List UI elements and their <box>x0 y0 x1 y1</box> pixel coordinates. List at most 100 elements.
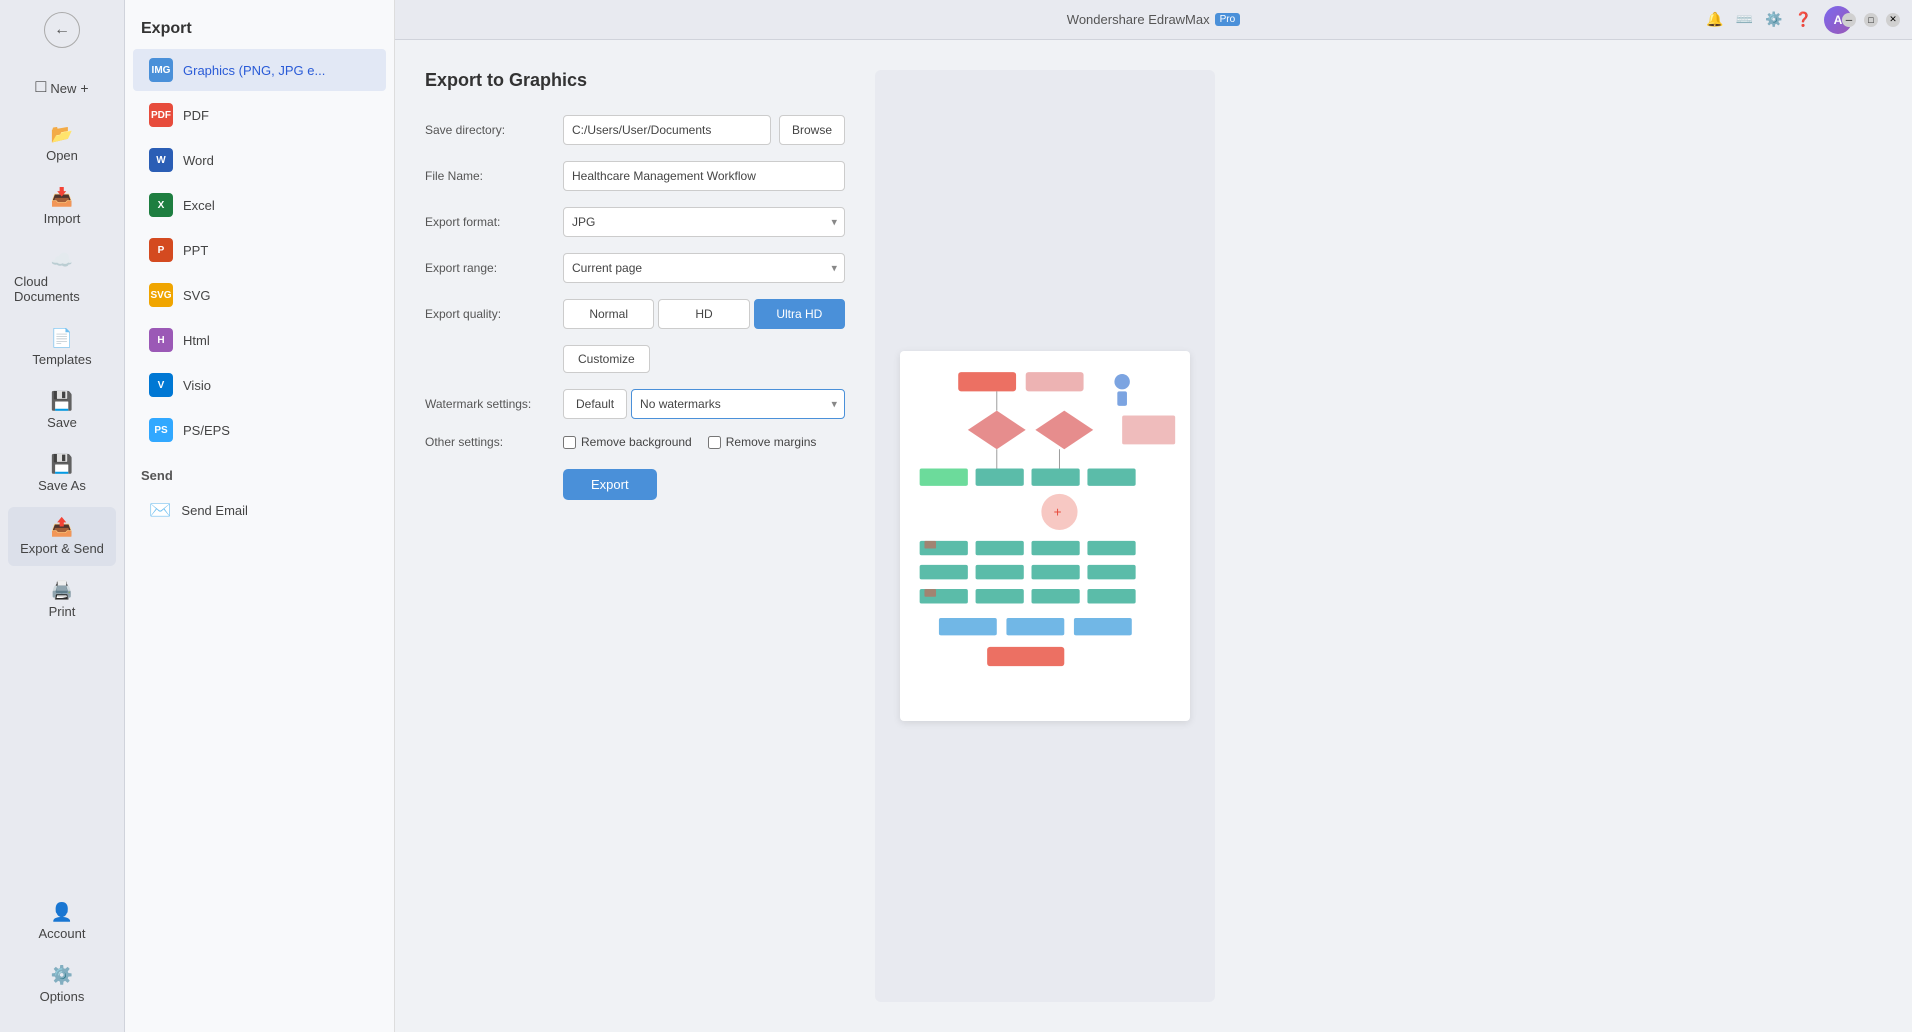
watermark-select[interactable]: No watermarks Default watermark Custom w… <box>631 389 845 419</box>
sidebar-item-templates[interactable]: 📄 Templates <box>8 318 116 377</box>
export-panel-title: Export <box>125 0 394 48</box>
sidebar-item-saveas-label: Save As <box>38 478 86 493</box>
export-range-label: Export range: <box>425 261 555 275</box>
sidebar-item-options[interactable]: ⚙️ Options <box>8 955 116 1014</box>
back-button[interactable]: ← <box>44 12 80 48</box>
save-directory-row: Save directory: Browse <box>425 115 845 145</box>
minimize-button[interactable]: ─ <box>1842 13 1856 27</box>
export-range-wrapper: Current page All pages Selected pages <box>563 253 845 283</box>
sidebar-item-import-label: Import <box>44 211 81 226</box>
quality-hd-button[interactable]: HD <box>658 299 749 329</box>
keyboard-icon[interactable]: ⌨️ <box>1736 11 1753 28</box>
email-icon: ✉️ <box>149 500 171 521</box>
sidebar-item-export[interactable]: 📤 Export & Send <box>8 507 116 566</box>
sidebar-item-import[interactable]: 📥 Import <box>8 177 116 236</box>
window-controls: ─ □ ✕ <box>1842 13 1900 27</box>
watermark-select-wrapper: No watermarks Default watermark Custom w… <box>631 389 845 419</box>
customize-row: Customize <box>425 345 845 373</box>
ps-icon: PS <box>149 418 173 442</box>
remove-margins-item[interactable]: Remove margins <box>708 435 817 449</box>
preview-card: + <box>900 351 1190 721</box>
preview-diagram: + <box>900 351 1190 721</box>
preview-area: + <box>875 70 1215 1002</box>
watermark-default-button[interactable]: Default <box>563 389 627 419</box>
settings-icon[interactable]: ⚙️ <box>1765 11 1782 28</box>
file-name-input[interactable] <box>563 161 845 191</box>
export-panel: Export IMG Graphics (PNG, JPG e... PDF P… <box>125 0 395 1032</box>
quality-group: Normal HD Ultra HD <box>563 299 845 329</box>
format-word-label: Word <box>183 153 214 168</box>
format-item-visio[interactable]: V Visio <box>133 364 386 406</box>
remove-background-item[interactable]: Remove background <box>563 435 692 449</box>
watermark-label: Watermark settings: <box>425 397 555 411</box>
format-excel-label: Excel <box>183 198 215 213</box>
sidebar-item-save-label: Save <box>47 415 77 430</box>
watermark-group: Default No watermarks Default watermark … <box>563 389 845 419</box>
templates-icon: 📄 <box>51 328 73 349</box>
other-settings-label: Other settings: <box>425 435 555 449</box>
help-icon[interactable]: ❓ <box>1795 11 1812 28</box>
excel-icon: X <box>149 193 173 217</box>
export-format-select[interactable]: JPG PNG BMP GIF TIFF SVG <box>563 207 845 237</box>
format-item-ps[interactable]: PS PS/EPS <box>133 409 386 451</box>
sidebar-item-cloud[interactable]: ☁️ Cloud Documents <box>8 240 116 314</box>
html-icon: H <box>149 328 173 352</box>
options-icon: ⚙️ <box>51 965 73 986</box>
export-button[interactable]: Export <box>563 469 657 500</box>
customize-button[interactable]: Customize <box>563 345 650 373</box>
notification-icon[interactable]: 🔔 <box>1706 11 1723 28</box>
sidebar-item-saveas[interactable]: 💾 Save As <box>8 444 116 503</box>
export-range-row: Export range: Current page All pages Sel… <box>425 253 845 283</box>
sidebar: ← □ New + 📂 Open 📥 Import ☁️ Cloud Docum… <box>0 0 125 1032</box>
format-item-ppt[interactable]: P PPT <box>133 229 386 271</box>
format-item-pdf[interactable]: PDF PDF <box>133 94 386 136</box>
export-btn-row: Export <box>563 469 845 500</box>
remove-background-checkbox[interactable] <box>563 436 576 449</box>
quality-normal-button[interactable]: Normal <box>563 299 654 329</box>
sidebar-item-open-label: Open <box>46 148 78 163</box>
send-title: Send <box>141 468 378 483</box>
browse-button[interactable]: Browse <box>779 115 845 145</box>
titlebar-icons: 🔔 ⌨️ ⚙️ ❓ A <box>1706 6 1852 34</box>
sidebar-item-account[interactable]: 👤 Account <box>8 892 116 951</box>
format-item-word[interactable]: W Word <box>133 139 386 181</box>
sidebar-item-new[interactable]: □ New + <box>8 66 116 110</box>
sidebar-nav: □ New + 📂 Open 📥 Import ☁️ Cloud Documen… <box>0 60 124 880</box>
sidebar-item-new-label: New <box>50 81 76 96</box>
format-item-graphics[interactable]: IMG Graphics (PNG, JPG e... <box>133 49 386 91</box>
close-button[interactable]: ✕ <box>1886 13 1900 27</box>
other-settings-row: Other settings: Remove background Remove… <box>425 435 845 449</box>
export-format-row: Export format: JPG PNG BMP GIF TIFF SVG <box>425 207 845 237</box>
export-format-wrapper: JPG PNG BMP GIF TIFF SVG <box>563 207 845 237</box>
quality-ultrahd-button[interactable]: Ultra HD <box>754 299 845 329</box>
export-range-select[interactable]: Current page All pages Selected pages <box>563 253 845 283</box>
sidebar-bottom: 👤 Account ⚙️ Options <box>0 880 124 1032</box>
format-item-html[interactable]: H Html <box>133 319 386 361</box>
remove-margins-checkbox[interactable] <box>708 436 721 449</box>
save-directory-input[interactable] <box>563 115 771 145</box>
sidebar-top: ← <box>0 0 124 60</box>
format-item-excel[interactable]: X Excel <box>133 184 386 226</box>
sidebar-item-save[interactable]: 💾 Save <box>8 381 116 440</box>
file-name-row: File Name: <box>425 161 845 191</box>
maximize-button[interactable]: □ <box>1864 13 1878 27</box>
sidebar-item-open[interactable]: 📂 Open <box>8 114 116 173</box>
svg-text:+: + <box>1054 505 1062 520</box>
export-quality-row: Export quality: Normal HD Ultra HD <box>425 299 845 329</box>
pdf-icon: PDF <box>149 103 173 127</box>
visio-icon: V <box>149 373 173 397</box>
format-item-svg[interactable]: SVG SVG <box>133 274 386 316</box>
export-quality-label: Export quality: <box>425 307 555 321</box>
send-email-item[interactable]: ✉️ Send Email <box>141 491 378 530</box>
send-section: Send ✉️ Send Email <box>125 452 394 538</box>
svg-icon: SVG <box>149 283 173 307</box>
import-icon: 📥 <box>51 187 73 208</box>
sidebar-item-options-label: Options <box>40 989 85 1004</box>
content-area: Export to Graphics Save directory: Brows… <box>395 40 1912 1032</box>
export-icon: 📤 <box>51 517 73 538</box>
sidebar-item-print[interactable]: 🖨️ Print <box>8 570 116 629</box>
saveas-icon: 💾 <box>51 454 73 475</box>
format-ppt-label: PPT <box>183 243 208 258</box>
save-icon: 💾 <box>51 391 73 412</box>
sidebar-item-print-label: Print <box>49 604 76 619</box>
